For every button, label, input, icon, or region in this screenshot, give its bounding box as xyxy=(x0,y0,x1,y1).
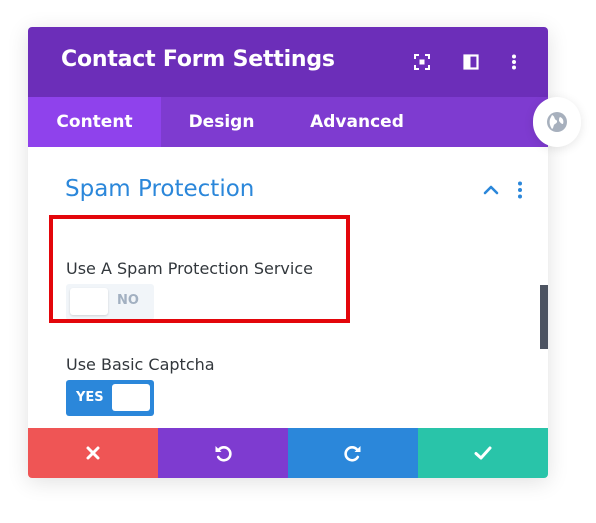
modal-title: Contact Form Settings xyxy=(61,47,335,72)
modal-footer xyxy=(28,428,548,478)
tab-content[interactable]: Content xyxy=(28,97,161,147)
check-icon xyxy=(474,446,492,460)
basic-captcha-label: Use Basic Captcha xyxy=(66,355,215,374)
globe-button[interactable] xyxy=(533,97,581,147)
undo-icon xyxy=(215,446,232,462)
split-layout-icon[interactable] xyxy=(458,49,484,75)
globe-icon xyxy=(547,112,567,132)
highlight-annotation xyxy=(49,215,350,323)
discard-button[interactable] xyxy=(28,428,158,478)
redo-icon xyxy=(344,446,361,462)
stage: Contact Form Settings Content Design Adv… xyxy=(0,0,596,523)
modal-header: Contact Form Settings xyxy=(28,27,548,97)
save-button[interactable] xyxy=(418,428,548,478)
tab-advanced[interactable]: Advanced xyxy=(282,97,432,147)
section-title[interactable]: Spam Protection xyxy=(65,176,254,202)
section-options-icon[interactable] xyxy=(514,180,526,200)
undo-button[interactable] xyxy=(158,428,288,478)
chevron-up-icon[interactable] xyxy=(482,181,500,199)
tab-bar: Content Design Advanced xyxy=(28,97,548,147)
toggle-knob xyxy=(112,384,150,411)
toggle-state-label: YES xyxy=(76,390,104,405)
close-icon xyxy=(86,446,100,460)
tab-design[interactable]: Design xyxy=(161,97,282,147)
scrollbar-thumb[interactable] xyxy=(540,285,548,349)
focus-icon[interactable] xyxy=(409,49,435,75)
redo-button[interactable] xyxy=(288,428,418,478)
basic-captcha-toggle[interactable]: YES xyxy=(66,380,154,416)
more-options-icon[interactable] xyxy=(501,49,527,75)
